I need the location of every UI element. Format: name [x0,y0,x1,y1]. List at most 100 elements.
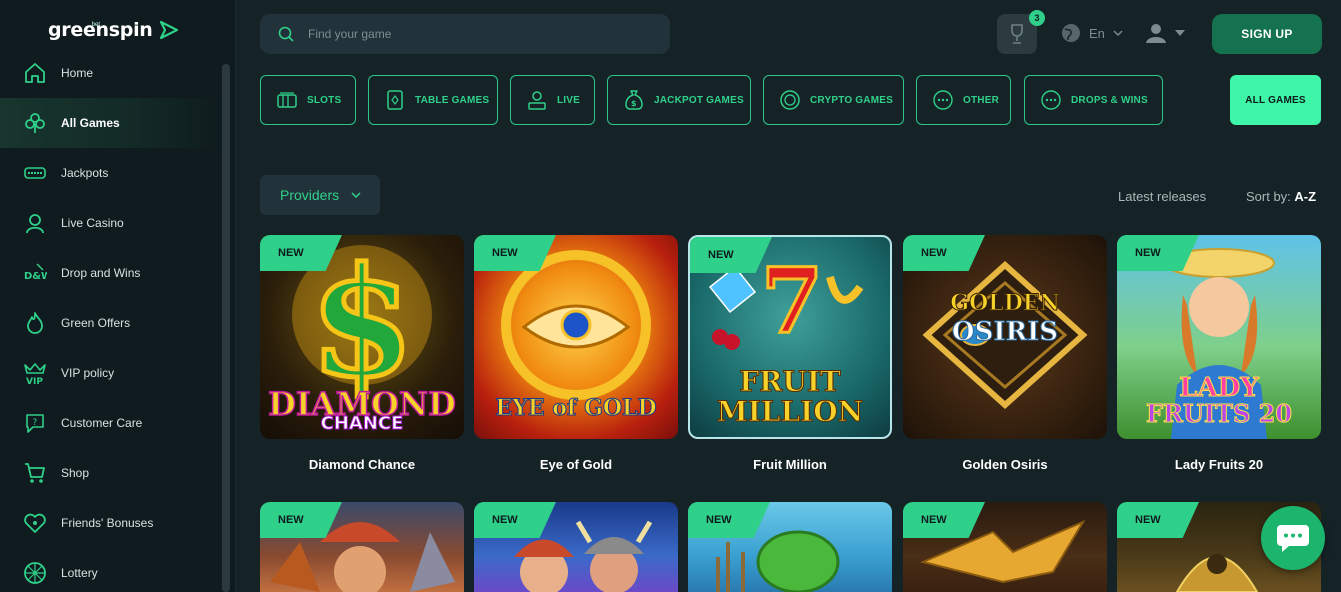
game-card[interactable]: NEW [260,502,464,592]
sidebar-scrollbar[interactable] [222,64,230,592]
sidebar-item-label: Home [61,66,94,80]
sidebar-item-label: Customer Care [61,416,143,430]
providers-label: Providers [280,187,340,203]
game-card-fruit-million[interactable]: 7 FRUIT MILLION NEW [688,235,892,439]
tab-other[interactable]: OTHER [916,75,1011,125]
game-art-title: GOLDEN [950,290,1060,317]
slot-machine-icon [275,88,299,112]
help-bubble-icon: ? [22,410,48,436]
more-icon [931,88,955,112]
svg-text:?: ? [33,418,38,428]
language-selector[interactable]: En [1061,23,1123,43]
sidebar-item-label: Friends' Bonuses [61,516,154,530]
game-art-title: EYE of GOLD [495,395,657,422]
game-card-eye-of-gold[interactable]: EYE of GOLD NEW [474,235,678,439]
tab-table-games[interactable]: TABLE GAMES [368,75,498,125]
brand-name: greenspin [48,19,153,41]
tab-live[interactable]: LIVE [510,75,595,125]
drop-wins-icon: D&W [22,260,48,286]
signup-button[interactable]: SIGN UP [1212,14,1322,54]
sidebar-item-lottery[interactable]: Lottery [0,548,222,592]
flame-icon [22,310,48,336]
jackpot-icon [22,160,48,186]
money-bag-icon: $ [622,88,646,112]
sidebar-item-drop-wins[interactable]: D&W Drop and Wins [0,248,222,298]
coin-icon [778,88,802,112]
sidebar-item-jackpots[interactable]: Jackpots [0,148,222,198]
sidebar-item-label: Lottery [61,566,98,580]
search-input[interactable] [308,27,638,41]
caret-down-icon [1175,30,1185,36]
game-card-diamond-chance[interactable]: $ DIAMOND CHANCE NEW [260,235,464,439]
live-dealer-icon [525,88,549,112]
home-icon [22,60,48,86]
game-art-subtitle: FRUITS 20 [1145,399,1293,429]
sidebar-item-shop[interactable]: Shop [0,448,222,498]
game-title[interactable]: Golden Osiris [903,457,1107,472]
tab-label: ALL GAMES [1245,94,1306,106]
vip-crown-icon: VIP [22,360,48,386]
tab-label: TABLE GAMES [415,94,490,106]
sidebar-item-friends-bonuses[interactable]: Friends' Bonuses [0,498,222,548]
svg-text:D&W: D&W [24,271,47,282]
sidebar-item-customer-care[interactable]: ? Customer Care [0,398,222,448]
search-bar[interactable] [260,14,670,54]
sidebar-item-green-offers[interactable]: Green Offers [0,298,222,348]
sidebar-nav: Home All Games Jackpots Live Casino D&W … [0,48,222,592]
logo-mark-icon [159,20,178,40]
dealer-icon [22,210,48,236]
chat-button[interactable] [1261,506,1325,570]
sidebar-item-all-games[interactable]: All Games [0,98,222,148]
tab-label: DROPS & WINS [1071,94,1148,106]
tab-label: SLOTS [307,94,342,106]
game-card[interactable]: NEW [688,502,892,592]
tab-label: JACKPOT GAMES [654,94,744,106]
sidebar-item-live-casino[interactable]: Live Casino [0,198,222,248]
providers-dropdown[interactable]: Providers [260,175,380,215]
game-title[interactable]: Eye of Gold [474,457,678,472]
sidebar-item-label: Live Casino [61,216,124,230]
game-card-lady-fruits-20[interactable]: LADY FRUITS 20 NEW [1117,235,1321,439]
game-art-subtitle: OSIRIS [951,317,1059,348]
sidebar-item-vip[interactable]: VIP VIP policy [0,348,222,398]
user-menu[interactable] [1145,22,1185,44]
game-art-title: FRUIT [739,365,842,399]
sidebar-item-label: All Games [61,116,120,130]
trophy-count-badge: 3 [1029,10,1045,26]
language-label: En [1089,25,1105,41]
sidebar: greenspin .bet Home All Games Jackpots L… [0,0,236,592]
tab-jackpot-games[interactable]: $ JACKPOT GAMES [607,75,751,125]
sidebar-item-label: VIP policy [61,366,115,380]
game-card[interactable]: NEW [903,502,1107,592]
game-title[interactable]: Diamond Chance [260,457,464,472]
latest-releases-link[interactable]: Latest releases [1118,189,1206,204]
sidebar-item-home[interactable]: Home [0,48,222,98]
game-card-golden-osiris[interactable]: GOLDEN OSIRIS NEW [903,235,1107,439]
tab-slots[interactable]: SLOTS [260,75,356,125]
sidebar-item-label: Jackpots [61,166,109,180]
user-icon [1146,24,1166,43]
sidebar-item-label: Shop [61,466,90,480]
sort-by-control[interactable]: Sort by: A-Z [1246,189,1316,204]
game-art-subtitle: CHANCE [320,413,404,435]
svg-text:VIP: VIP [26,377,43,385]
sidebar-item-label: Green Offers [61,316,131,330]
chat-bubble-icon [1277,525,1309,552]
tab-label: LIVE [557,94,581,106]
trophy-icon [1011,24,1023,44]
chevron-down-icon [1113,30,1123,36]
clover-icon [22,110,48,136]
chevron-down-icon [351,192,361,198]
search-icon [278,26,294,42]
game-title[interactable]: Lady Fruits 20 [1117,457,1321,472]
game-card[interactable]: NEW [474,502,678,592]
svg-text:7: 7 [761,248,824,354]
tab-drops-wins[interactable]: DROPS & WINS [1024,75,1163,125]
tab-crypto-games[interactable]: CRYPTO GAMES [763,75,904,125]
brand-sub: .bet [90,22,101,28]
tab-label: OTHER [963,94,999,106]
sort-prefix: Sort by: [1246,189,1291,204]
brand-logo[interactable]: greenspin [48,18,181,42]
game-title[interactable]: Fruit Million [688,457,892,472]
tab-all-games[interactable]: ALL GAMES [1230,75,1321,125]
